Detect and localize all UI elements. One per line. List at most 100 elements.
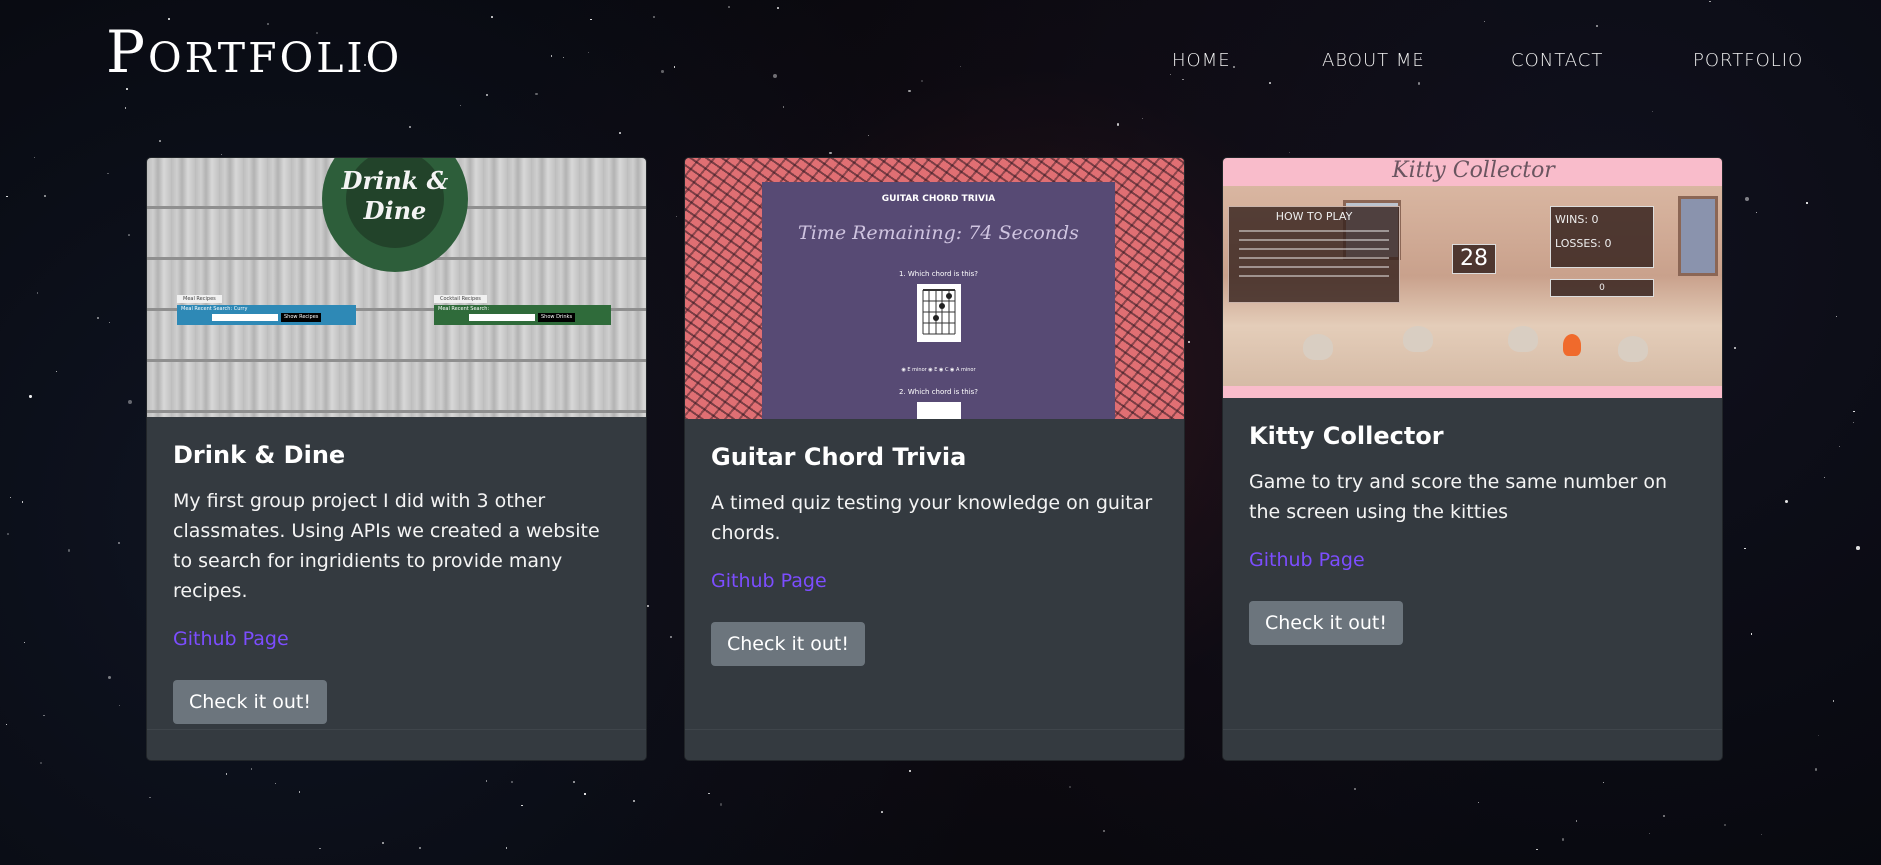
star — [1744, 196, 1749, 201]
how-to-play-panel: HOW TO PLAY — [1228, 206, 1400, 303]
star — [1068, 785, 1072, 788]
guitar-trivia-screenshot: GUITAR CHORD TRIVIA Time Remaining: 74 S… — [685, 158, 1184, 419]
star — [225, 773, 228, 775]
total-score-box: 0 — [1550, 279, 1654, 297]
star — [108, 675, 112, 679]
kitty-icon — [1508, 326, 1538, 352]
target-number: 28 — [1452, 244, 1496, 274]
star — [1852, 422, 1854, 424]
star — [1744, 548, 1746, 550]
star — [708, 793, 710, 795]
card-footer — [685, 729, 1184, 760]
github-page-link[interactable]: Github Page — [1249, 549, 1696, 571]
nav-portfolio-link[interactable]: PORTFOLIO — [1693, 50, 1803, 71]
star — [149, 796, 151, 799]
star — [118, 705, 120, 707]
star — [274, 782, 277, 785]
star — [1103, 829, 1106, 832]
project-card-guitar-chord-trivia: GUITAR CHORD TRIVIA Time Remaining: 74 S… — [684, 157, 1185, 761]
fireplace-icon — [1563, 334, 1581, 356]
star — [1575, 820, 1578, 823]
star — [1817, 734, 1819, 737]
star — [43, 194, 47, 198]
star — [1784, 500, 1789, 504]
card-footer — [1223, 729, 1722, 760]
drink-dine-logo: Drink & Dine — [322, 158, 468, 272]
nav-contact-link[interactable]: CONTACT — [1511, 50, 1603, 71]
star — [1835, 315, 1837, 318]
star — [675, 215, 677, 217]
star — [29, 395, 32, 398]
star — [1288, 152, 1290, 154]
star — [485, 780, 488, 782]
star — [128, 400, 133, 405]
star — [1856, 546, 1860, 550]
star — [40, 762, 43, 765]
kitty-collector-screenshot: Kitty Collector HOW TO PLAY 28 WINS: 0 L… — [1223, 158, 1722, 398]
card-body: Drink & Dine My first group project I di… — [173, 441, 620, 724]
nav-home-link[interactable]: HOME — [1172, 50, 1231, 71]
star — [418, 846, 421, 849]
card-image-drink-dine: Drink & Dine Meal Recipes Cocktail Recip… — [147, 158, 646, 417]
card-body: Kitty Collector Game to try and score th… — [1249, 422, 1696, 645]
card-footer — [147, 729, 646, 760]
kitty-icon — [1403, 326, 1433, 352]
star — [5, 723, 7, 726]
cocktail-recipes-tab: Cocktail Recipes — [434, 295, 487, 303]
star — [1188, 340, 1191, 343]
star — [1116, 123, 1120, 126]
star — [510, 780, 513, 783]
star — [1838, 445, 1840, 447]
card-image-guitar-chord-trivia: GUITAR CHORD TRIVIA Time Remaining: 74 S… — [685, 158, 1184, 419]
brand-title[interactable]: Portfolio — [106, 18, 402, 86]
github-page-link[interactable]: Github Page — [711, 570, 1158, 592]
star — [23, 641, 26, 644]
star — [67, 549, 70, 552]
project-card-kitty-collector: Kitty Collector HOW TO PLAY 28 WINS: 0 L… — [1222, 157, 1723, 761]
star — [298, 791, 301, 793]
star — [1756, 212, 1758, 214]
star — [1750, 633, 1753, 635]
check-it-out-button[interactable]: Check it out! — [173, 679, 327, 724]
star — [584, 793, 586, 795]
star — [127, 234, 130, 237]
check-it-out-button[interactable]: Check it out! — [1249, 600, 1403, 645]
star — [619, 132, 622, 134]
star — [521, 804, 523, 806]
star — [908, 769, 912, 773]
star — [107, 172, 109, 174]
card-description: My first group project I did with 3 othe… — [173, 489, 600, 602]
github-page-link[interactable]: Github Page — [173, 628, 620, 650]
star — [159, 140, 162, 143]
chord-diagram-icon — [917, 284, 961, 342]
star — [1806, 202, 1808, 204]
star — [220, 154, 222, 156]
drink-dine-logo-text: Drink & Dine — [341, 166, 449, 225]
star — [9, 496, 11, 498]
kitty-icon — [1618, 336, 1648, 362]
star — [647, 605, 649, 607]
meal-recipes-tab: Meal Recipes — [177, 295, 222, 303]
star — [1477, 801, 1479, 803]
star — [1536, 848, 1538, 851]
star — [118, 542, 120, 545]
trivia-timer: Time Remaining: 74 Seconds — [798, 222, 1079, 244]
card-description: A timed quiz testing your knowledge on g… — [711, 491, 1153, 544]
check-it-out-button[interactable]: Check it out! — [711, 621, 865, 666]
star — [720, 803, 723, 806]
kitty-icon — [1303, 334, 1333, 360]
star — [381, 842, 385, 845]
star — [34, 157, 36, 159]
star — [1724, 823, 1727, 826]
card-body: Guitar Chord Trivia A timed quiz testing… — [711, 443, 1158, 666]
trivia-options: ◉ E minor ◉ E ◉ C ◉ A minor — [901, 367, 976, 373]
star — [505, 847, 507, 849]
kitty-game-title: Kitty Collector — [1392, 158, 1555, 183]
star — [109, 321, 111, 323]
star — [319, 847, 321, 850]
meal-search-panel: Meal Recent Search: Curry Show Recipes — [177, 305, 356, 325]
star — [669, 636, 672, 639]
star — [36, 292, 39, 294]
nav-about-link[interactable]: ABOUT ME — [1322, 50, 1425, 71]
star — [572, 780, 575, 783]
